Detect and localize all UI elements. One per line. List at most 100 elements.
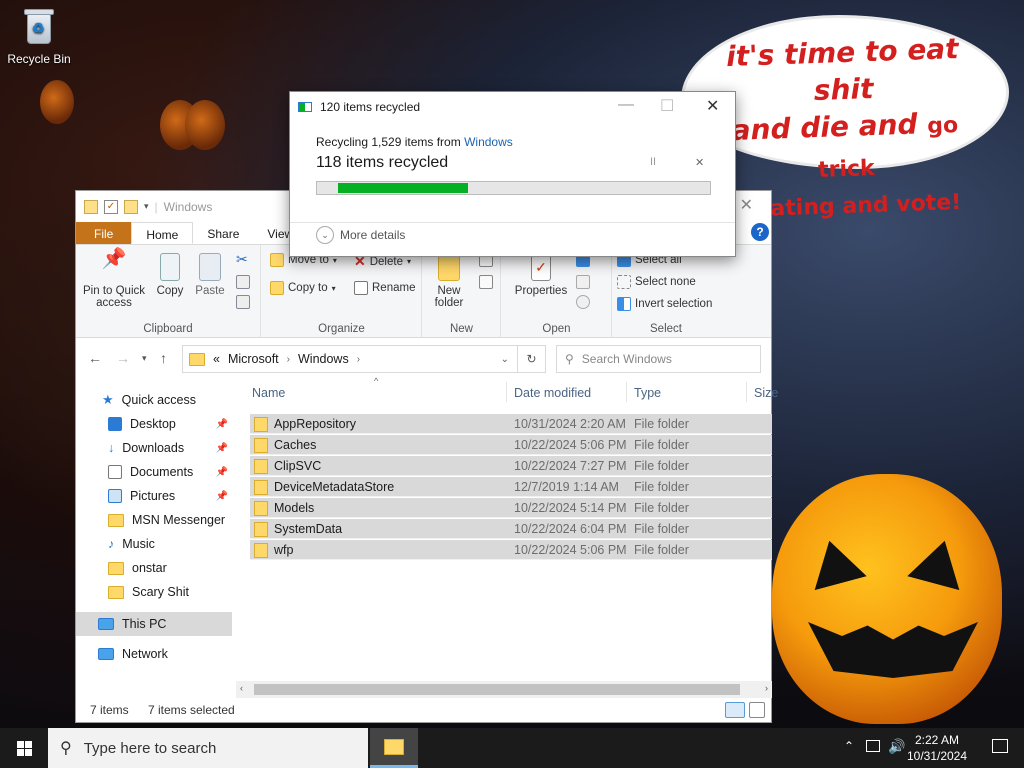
- properties-quick-icon[interactable]: ✓: [104, 199, 118, 214]
- horizontal-scrollbar[interactable]: ‹ ›: [236, 681, 772, 698]
- item-count: 7 items: [90, 703, 129, 717]
- file-row[interactable]: ClipSVC 10/22/2024 7:27 PM File folder: [250, 456, 772, 476]
- file-name: Caches: [274, 438, 317, 452]
- scroll-right-icon[interactable]: ›: [765, 683, 768, 693]
- nav-scary-shit[interactable]: Scary Shit: [76, 580, 232, 604]
- details-view-icon[interactable]: [725, 702, 745, 718]
- explorer-close-icon[interactable]: ✕: [740, 195, 753, 215]
- recent-locations-icon[interactable]: ▾: [142, 353, 147, 364]
- file-row[interactable]: Caches 10/22/2024 5:06 PM File folder: [250, 435, 772, 455]
- file-row[interactable]: DeviceMetadataStore 12/7/2019 1:14 AM Fi…: [250, 477, 772, 497]
- minimize-icon[interactable]: —: [618, 96, 634, 114]
- address-bar[interactable]: « Microsoft › Windows › ⌄: [182, 345, 518, 373]
- breadcrumb-microsoft[interactable]: Microsoft: [228, 352, 279, 366]
- refresh-icon[interactable]: ↻: [518, 345, 546, 373]
- file-type: File folder: [634, 522, 689, 536]
- recycle-bin-label: Recycle Bin: [7, 52, 71, 66]
- new-folder-icon: [438, 253, 460, 281]
- pin-icon: 📌: [215, 442, 228, 454]
- back-arrow-icon[interactable]: ←: [88, 350, 102, 366]
- copy-label: Copy: [156, 285, 184, 297]
- address-dropdown-icon[interactable]: ⌄: [501, 354, 509, 365]
- invert-selection-button[interactable]: Invert selection: [617, 297, 712, 311]
- cancel-icon[interactable]: ✕: [695, 156, 704, 169]
- new-folder-button[interactable]: New folder: [429, 253, 469, 309]
- breadcrumb-windows[interactable]: Windows: [298, 352, 349, 366]
- paste-button[interactable]: Paste: [192, 253, 228, 297]
- folder-icon: [254, 522, 268, 537]
- help-icon[interactable]: ?: [751, 223, 769, 241]
- nav-network[interactable]: Network: [76, 642, 232, 666]
- dialog-close-icon[interactable]: ✕: [706, 96, 719, 116]
- network-icon[interactable]: [866, 740, 880, 752]
- notification-icon[interactable]: [992, 739, 1008, 753]
- nav-pictures[interactable]: Pictures 📌: [76, 484, 232, 508]
- nav-music[interactable]: ♪ Music: [76, 532, 232, 556]
- edit-icon[interactable]: [576, 275, 590, 289]
- properties-icon: ✓: [531, 253, 551, 281]
- clock[interactable]: 2:22 AM 10/31/2024: [902, 732, 972, 764]
- customize-toolbar-icon[interactable]: ▾: [144, 201, 149, 212]
- file-row[interactable]: Models 10/22/2024 5:14 PM File folder: [250, 498, 772, 518]
- file-date: 10/22/2024 7:27 PM: [514, 459, 627, 473]
- column-date-header[interactable]: Date modified: [514, 386, 591, 400]
- search-box[interactable]: ⚲ Search Windows: [556, 345, 761, 373]
- forward-arrow-icon[interactable]: →: [116, 350, 130, 366]
- nav-this-pc[interactable]: This PC: [76, 612, 232, 636]
- nav-downloads[interactable]: ↓ Downloads 📌: [76, 436, 232, 460]
- cut-icon[interactable]: ✂: [236, 251, 248, 268]
- folder-icon: [189, 352, 205, 366]
- nav-documents[interactable]: Documents 📌: [76, 460, 232, 484]
- easy-access-icon[interactable]: [479, 275, 493, 289]
- tab-share[interactable]: Share: [193, 222, 253, 244]
- file-row[interactable]: wfp 10/22/2024 5:06 PM File folder: [250, 540, 772, 560]
- file-row[interactable]: SystemData 10/22/2024 6:04 PM File folde…: [250, 519, 772, 539]
- large-icons-view-icon[interactable]: [749, 702, 765, 718]
- column-type-header[interactable]: Type: [634, 386, 661, 400]
- copy-path-icon[interactable]: [236, 275, 250, 289]
- pause-icon[interactable]: II: [650, 156, 656, 168]
- column-size-header[interactable]: Size: [754, 386, 778, 400]
- more-details-button[interactable]: ⌄ More details: [316, 226, 405, 244]
- select-none-label: Select none: [635, 276, 696, 288]
- column-separator[interactable]: [506, 382, 507, 402]
- file-row[interactable]: AppRepository 10/31/2024 2:20 AM File fo…: [250, 414, 772, 434]
- start-button[interactable]: [0, 728, 48, 768]
- properties-button[interactable]: ✓ Properties: [514, 253, 568, 297]
- breadcrumb-overflow[interactable]: «: [213, 352, 220, 366]
- rename-label: Rename: [372, 282, 416, 294]
- column-name-header[interactable]: Name: [252, 386, 285, 400]
- copy-to-button[interactable]: Copy to ▾: [270, 281, 336, 295]
- pin-quick-access-button[interactable]: 📌 Pin to Quick access: [82, 249, 146, 309]
- nav-onstar[interactable]: onstar: [76, 556, 232, 580]
- bubble-line-2a: and die and: [731, 107, 919, 147]
- paste-shortcut-icon[interactable]: [236, 295, 250, 309]
- rename-button[interactable]: Rename: [354, 281, 415, 295]
- file-type: File folder: [634, 501, 689, 515]
- computer-icon: [98, 618, 114, 630]
- new-folder-quick-icon[interactable]: [124, 199, 138, 214]
- column-separator[interactable]: [746, 382, 747, 402]
- source-folder-link[interactable]: Windows: [464, 135, 513, 149]
- wallpaper-lantern: [40, 80, 74, 124]
- nav-quick-access[interactable]: ★ Quick access: [76, 388, 232, 412]
- taskbar-file-explorer[interactable]: [370, 728, 418, 768]
- scrollbar-thumb[interactable]: [254, 684, 740, 695]
- history-icon[interactable]: [576, 295, 590, 309]
- scroll-left-icon[interactable]: ‹: [240, 683, 243, 693]
- taskbar-search-box[interactable]: ⚲ Type here to search: [48, 728, 368, 768]
- file-date: 10/22/2024 6:04 PM: [514, 522, 627, 536]
- maximize-icon[interactable]: ☐: [660, 96, 674, 116]
- chevron-up-icon[interactable]: ⌃: [844, 739, 854, 753]
- folder-icon: [254, 459, 268, 474]
- dialog-title: 120 items recycled: [320, 100, 421, 114]
- nav-desktop[interactable]: Desktop 📌: [76, 412, 232, 436]
- column-separator[interactable]: [626, 382, 627, 402]
- nav-msn-messenger[interactable]: MSN Messenger: [76, 508, 232, 532]
- up-arrow-icon[interactable]: ↑: [160, 350, 167, 366]
- tab-file[interactable]: File: [76, 222, 132, 244]
- copy-button[interactable]: Copy: [152, 253, 188, 297]
- select-none-button[interactable]: Select none: [617, 275, 696, 289]
- recycle-bin-desktop-icon[interactable]: ♻ Recycle Bin: [4, 6, 74, 66]
- tab-home[interactable]: Home: [131, 222, 194, 244]
